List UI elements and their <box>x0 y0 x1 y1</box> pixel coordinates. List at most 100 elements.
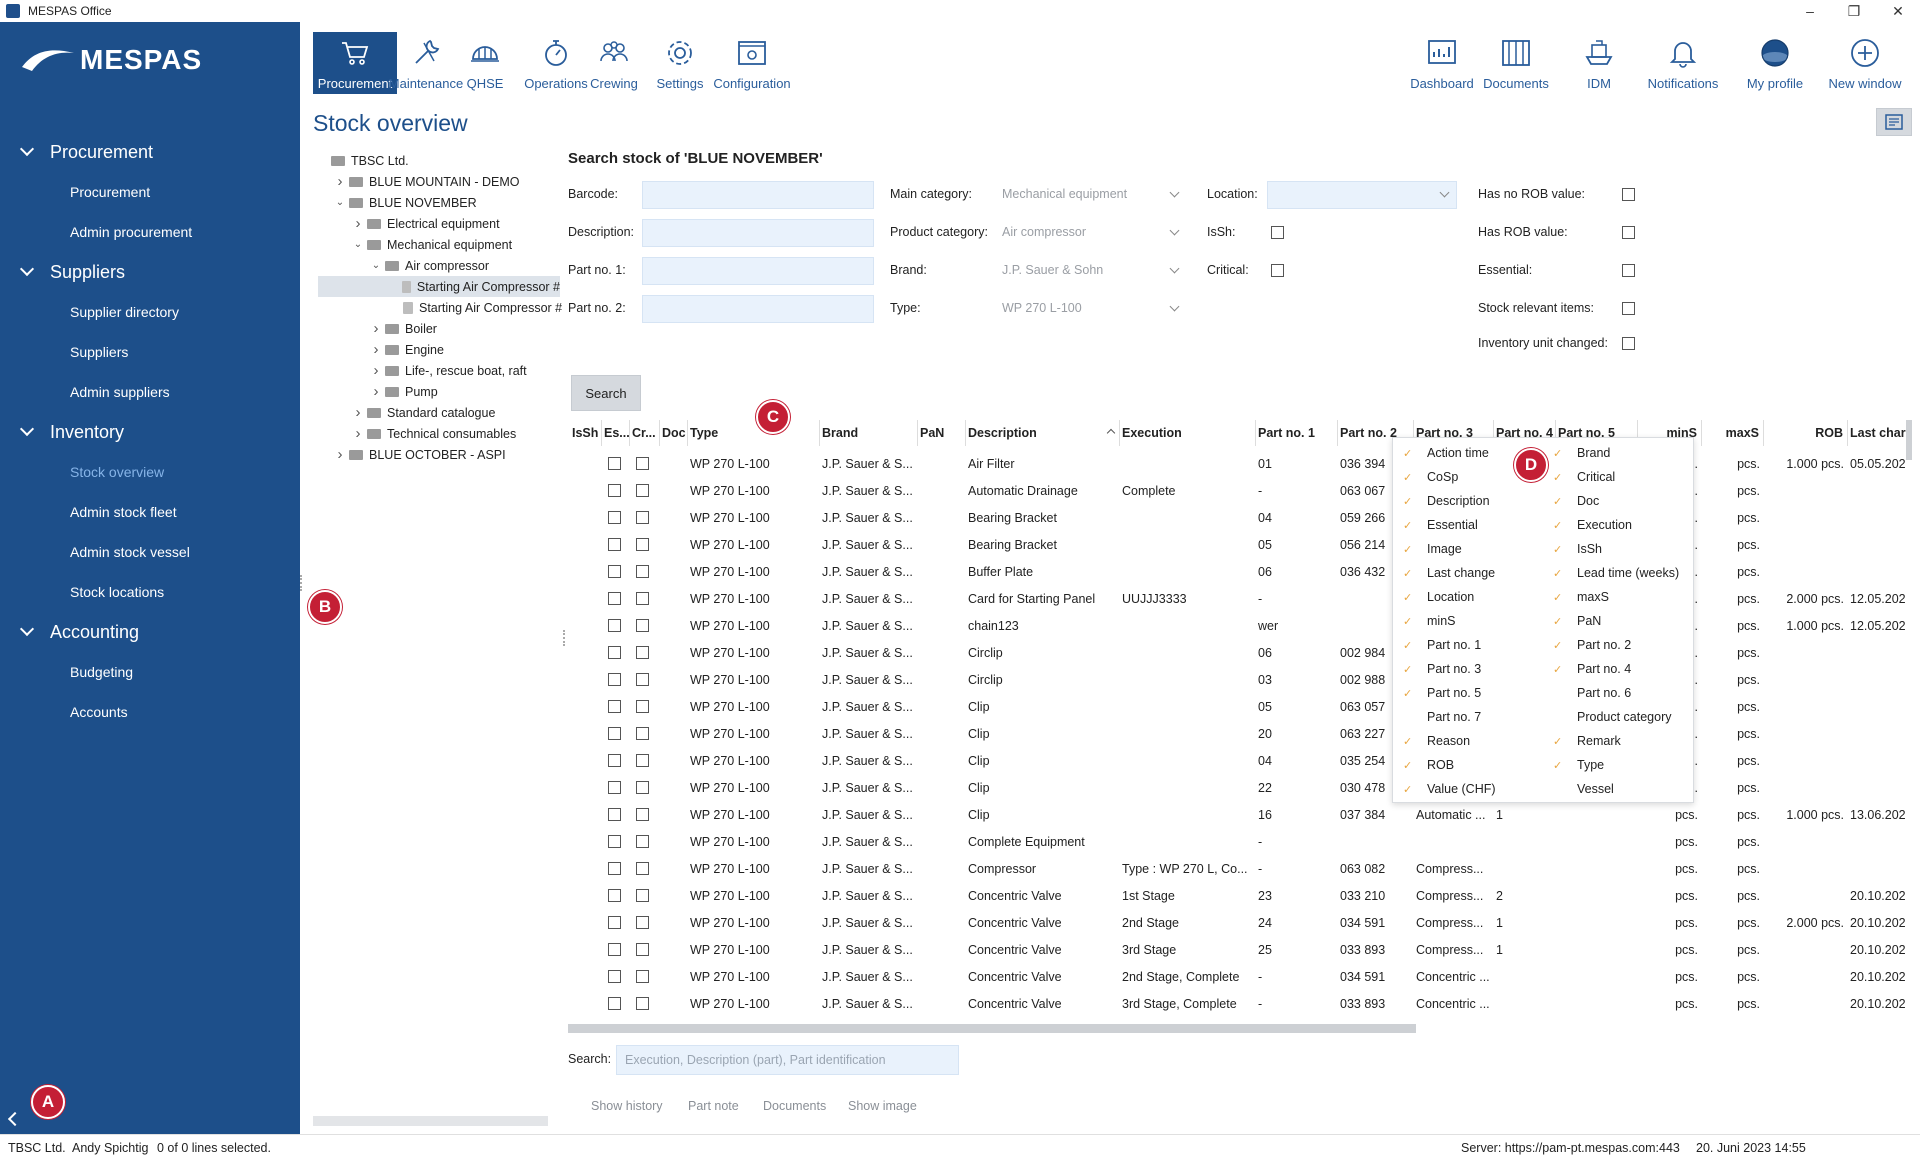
essential-row-checkbox[interactable] <box>608 889 621 902</box>
type-select[interactable]: WP 270 L-100 <box>1002 296 1184 320</box>
column-option-part-no-5[interactable]: ✓ Part no. 5 <box>1403 681 1481 705</box>
show-image-button[interactable]: Show image <box>848 1099 917 1113</box>
product-category-select[interactable]: Air compressor <box>1002 220 1184 244</box>
chevron-down-icon[interactable]: ⌄ <box>369 260 383 271</box>
chevron-right-icon[interactable]: › <box>369 341 383 358</box>
table-row[interactable]: WP 270 L-100 J.P. Sauer & S... Automatic D… <box>566 477 1908 504</box>
column-header-execution[interactable]: Execution <box>1120 420 1256 446</box>
table-row[interactable]: WP 270 L-100 J.P. Sauer & S... Concentric … <box>566 909 1908 936</box>
chevron-down-icon[interactable]: ⌄ <box>351 239 365 250</box>
table-row[interactable]: WP 270 L-100 J.P. Sauer & S... Concentric … <box>566 936 1908 963</box>
inventory-changed-checkbox[interactable] <box>1622 337 1635 350</box>
column-option-reason[interactable]: ✓ Reason <box>1403 729 1470 753</box>
tree-node[interactable]: ⌄ Mechanical equipment <box>351 234 512 255</box>
critical-row-checkbox[interactable] <box>636 673 649 686</box>
tree-node[interactable]: › BLUE MOUNTAIN - DEMO <box>333 171 520 192</box>
tree-node[interactable]: › Pump <box>369 381 438 402</box>
critical-row-checkbox[interactable] <box>636 538 649 551</box>
critical-row-checkbox[interactable] <box>636 511 649 524</box>
essential-row-checkbox[interactable] <box>608 754 621 767</box>
table-row[interactable]: WP 270 L-100 J.P. Sauer & S... chain123 wer… <box>566 612 1908 639</box>
chevron-right-icon[interactable]: › <box>333 173 347 190</box>
chevron-right-icon[interactable]: › <box>333 446 347 463</box>
toolbar-qhse-button[interactable]: QHSE <box>461 32 509 96</box>
column-header-maxs[interactable]: maxS <box>1702 420 1764 446</box>
grid-vertical-scrollbar[interactable] <box>1906 420 1912 460</box>
critical-checkbox[interactable] <box>1271 264 1284 277</box>
essential-row-checkbox[interactable] <box>608 619 621 632</box>
table-row[interactable]: WP 270 L-100 J.P. Sauer & S... Clip 22 030 4… <box>566 774 1908 801</box>
bottom-search-input[interactable] <box>616 1045 959 1075</box>
table-row[interactable]: WP 270 L-100 J.P. Sauer & S... Card for St… <box>566 585 1908 612</box>
critical-row-checkbox[interactable] <box>636 835 649 848</box>
essential-row-checkbox[interactable] <box>608 457 621 470</box>
column-option-part-no-6[interactable]: Part no. 6 <box>1553 681 1631 705</box>
column-option-cosp[interactable]: ✓ CoSp <box>1403 465 1458 489</box>
critical-row-checkbox[interactable] <box>636 457 649 470</box>
essential-row-checkbox[interactable] <box>608 538 621 551</box>
sidebar-section-inventory[interactable]: Inventory <box>0 412 300 452</box>
essential-row-checkbox[interactable] <box>608 673 621 686</box>
column-option-pan[interactable]: ✓ PaN <box>1553 609 1601 633</box>
chevron-right-icon[interactable]: › <box>351 215 365 232</box>
column-option-lead-time-weeks[interactable]: ✓ Lead time (weeks) <box>1553 561 1679 585</box>
sidebar-item-admin-stock-fleet[interactable]: Admin stock fleet <box>0 492 300 532</box>
chevron-right-icon[interactable]: › <box>369 383 383 400</box>
grid-horizontal-scrollbar[interactable] <box>568 1024 1416 1033</box>
toolbar-new-window-button[interactable]: New window <box>1824 32 1906 96</box>
partno1-input[interactable] <box>642 257 874 285</box>
essential-row-checkbox[interactable] <box>608 943 621 956</box>
sidebar-item-procurement[interactable]: Procurement <box>0 172 300 212</box>
chevron-right-icon[interactable]: › <box>351 425 365 442</box>
tree-node[interactable]: ⌄ Air compressor <box>369 255 489 276</box>
toolbar-documents-button[interactable]: Documents <box>1480 32 1552 96</box>
column-option-description[interactable]: ✓ Description <box>1403 489 1490 513</box>
essential-row-checkbox[interactable] <box>608 997 621 1010</box>
sidebar-section-procurement[interactable]: Procurement <box>0 132 300 172</box>
essential-checkbox[interactable] <box>1622 264 1635 277</box>
sidebar-item-stock-locations[interactable]: Stock locations <box>0 572 300 612</box>
essential-row-checkbox[interactable] <box>608 484 621 497</box>
brand-select[interactable]: J.P. Sauer & Sohn <box>1002 258 1184 282</box>
column-option-rob[interactable]: ✓ ROB <box>1403 753 1454 777</box>
column-header-part-no-1[interactable]: Part no. 1 <box>1256 420 1338 446</box>
column-header-type[interactable]: Type <box>688 420 820 446</box>
essential-row-checkbox[interactable] <box>608 781 621 794</box>
column-option-last-change[interactable]: ✓ Last change <box>1403 561 1495 585</box>
critical-row-checkbox[interactable] <box>636 889 649 902</box>
has-rob-checkbox[interactable] <box>1622 226 1635 239</box>
essential-row-checkbox[interactable] <box>608 646 621 659</box>
column-option-part-no-7[interactable]: Part no. 7 <box>1403 705 1481 729</box>
chevron-right-icon[interactable]: › <box>369 320 383 337</box>
column-option-execution[interactable]: ✓ Execution <box>1553 513 1632 537</box>
essential-row-checkbox[interactable] <box>608 511 621 524</box>
minimize-button[interactable]: – <box>1788 0 1832 22</box>
critical-row-checkbox[interactable] <box>636 619 649 632</box>
close-button[interactable]: ✕ <box>1876 0 1920 22</box>
chevron-right-icon[interactable]: › <box>351 404 365 421</box>
column-header-doc[interactable]: Doc <box>660 420 688 446</box>
table-row[interactable]: WP 270 L-100 J.P. Sauer & S... Clip 16 037 3… <box>566 801 1908 828</box>
sidebar-section-accounting[interactable]: Accounting <box>0 612 300 652</box>
sidebar-item-suppliers[interactable]: Suppliers <box>0 332 300 372</box>
tree-node[interactable]: Starting Air Compressor # <box>387 297 562 318</box>
table-row[interactable]: WP 270 L-100 J.P. Sauer & S... Concentric … <box>566 882 1908 909</box>
table-row[interactable]: WP 270 L-100 J.P. Sauer & S... Circlip 06 00… <box>566 639 1908 666</box>
tree-node[interactable]: › Standard catalogue <box>351 402 496 423</box>
column-option-essential[interactable]: ✓ Essential <box>1403 513 1478 537</box>
part-note-button[interactable]: Part note <box>688 1099 739 1113</box>
documents-button[interactable]: Documents <box>763 1099 826 1113</box>
critical-row-checkbox[interactable] <box>636 565 649 578</box>
column-header-last-char[interactable]: Last char <box>1848 420 1908 446</box>
toolbar-notifications-button[interactable]: Notifications <box>1643 32 1723 96</box>
column-option-maxs[interactable]: ✓ maxS <box>1553 585 1609 609</box>
maximize-button[interactable]: ❐ <box>1832 0 1876 22</box>
main-category-select[interactable]: Mechanical equipment <box>1002 182 1184 206</box>
essential-row-checkbox[interactable] <box>608 835 621 848</box>
column-header-brand[interactable]: Brand <box>820 420 918 446</box>
tree-node[interactable]: Starting Air Compressor # <box>318 276 560 297</box>
sidebar-splitter[interactable] <box>300 575 303 591</box>
column-option-value-chf[interactable]: ✓ Value (CHF) <box>1403 777 1496 801</box>
essential-row-checkbox[interactable] <box>608 565 621 578</box>
search-button[interactable]: Search <box>571 375 641 411</box>
